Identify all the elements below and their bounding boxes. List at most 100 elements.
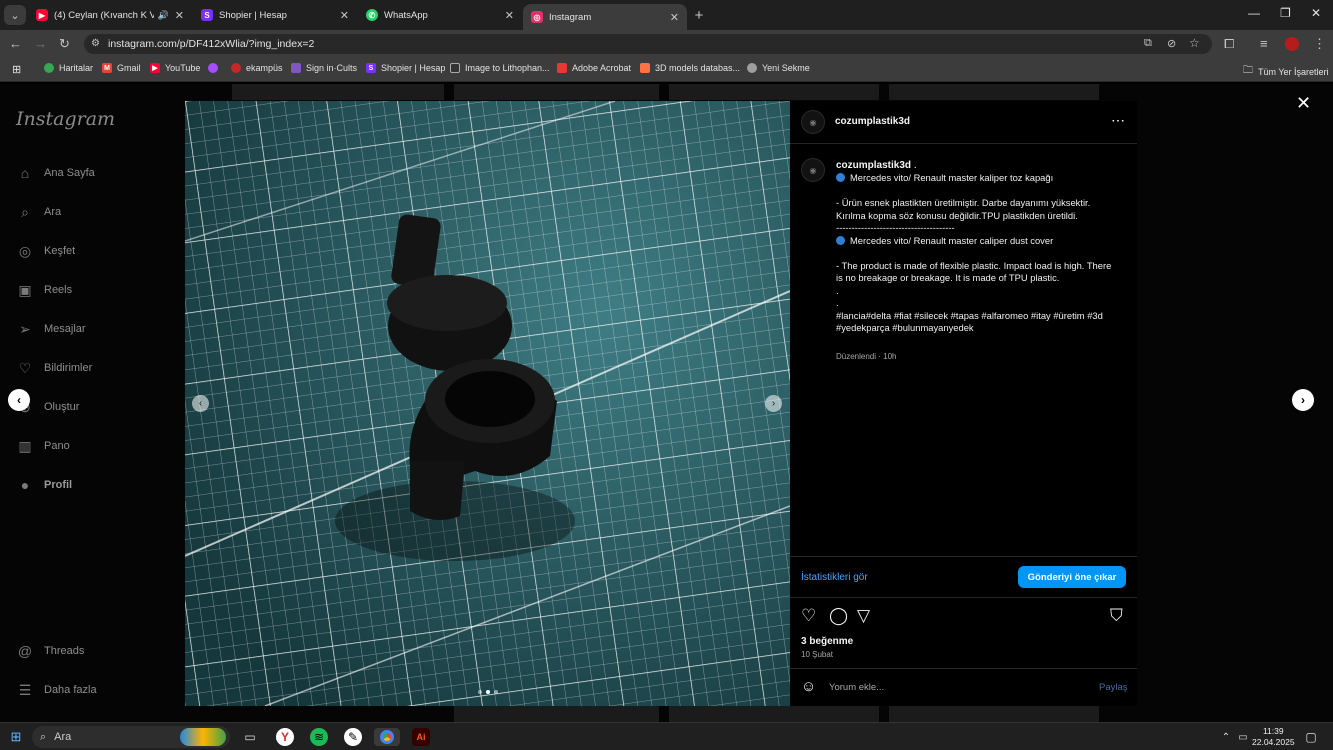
divider (790, 556, 1137, 557)
share-send-icon[interactable]: ▽ (857, 606, 870, 626)
bookmark-item[interactable]: ▶ YouTube (150, 63, 200, 73)
caption-line: is no breakage or breakage. It is made o… (836, 272, 1126, 285)
nav-more[interactable]: ☰ Daha fazla (16, 681, 97, 699)
bookmark-item[interactable]: Yeni Sekme (747, 63, 810, 73)
close-tab-icon[interactable]: ✕ (670, 11, 679, 24)
restore-icon[interactable]: ❐ (1280, 6, 1291, 20)
notifications-icon[interactable]: ▢ (1302, 728, 1320, 746)
browser-tab-shopier[interactable]: S Shopier | Hesap ✕ (193, 4, 357, 26)
caption-username: cozumplastik3d (836, 160, 912, 171)
extensions-icon[interactable]: ⧠ (1224, 36, 1234, 52)
cast-icon[interactable]: ⧉ (1144, 37, 1152, 50)
bookmark-item[interactable]: M Gmail (102, 63, 141, 73)
caption-text: - The product is made of flexible plasti… (836, 259, 1112, 271)
comment-icon[interactable]: ◯ (829, 606, 848, 626)
more-options-icon[interactable]: ⋯ (1111, 112, 1125, 129)
browser-tab-youtube[interactable]: ▶ (4) Ceylan (Kıvanch K Versiy 🔊 ✕ (28, 4, 192, 26)
bookmark-item[interactable]: Sign in·Cults (291, 63, 357, 73)
boost-post-button[interactable]: Gönderiyi öne çıkar (1018, 566, 1126, 588)
nav-explore[interactable]: ◎ Keşfet (16, 242, 75, 260)
close-tab-icon[interactable]: ✕ (340, 9, 349, 22)
view-insights-link[interactable]: İstatistikleri gör (801, 572, 868, 583)
browser-tab-instagram[interactable]: ◎ Instagram ✕ (523, 4, 687, 30)
comment-input[interactable]: Yorum ekle... (829, 682, 884, 693)
back-icon[interactable]: ← (9, 36, 22, 51)
windows-start-icon[interactable]: ⊞ (7, 728, 25, 746)
site-info-icon[interactable]: ⚙ (91, 38, 100, 49)
close-tab-icon[interactable]: ✕ (175, 9, 184, 22)
emoji-icon[interactable]: ☺ (801, 678, 816, 695)
caption-text: . (836, 284, 839, 296)
forward-icon[interactable]: → (34, 36, 47, 51)
close-window-icon[interactable]: ✕ (1311, 6, 1321, 20)
speaker-icon[interactable]: 🔊 (158, 10, 169, 21)
all-bookmarks-folder[interactable]: 🗀 Tüm Yer İşaretleri (1243, 63, 1329, 80)
next-post-button[interactable]: › (1292, 389, 1314, 411)
bookmark-item[interactable]: 3D models databas... (640, 63, 740, 73)
like-heart-icon[interactable]: ♡ (801, 606, 816, 626)
carousel-next-button[interactable]: › (765, 395, 782, 412)
instagram-logo[interactable]: Instagram (16, 108, 115, 130)
nav-label: Pano (44, 440, 70, 452)
task-view-icon[interactable]: ▭ (241, 728, 259, 746)
new-tab-favicon-icon (747, 63, 757, 73)
eye-off-icon[interactable]: ⊘ (1167, 37, 1176, 50)
url-bar[interactable]: ⚙ instagram.com/p/DF412xWlia/?img_index=… (84, 34, 1212, 54)
like-count[interactable]: 3 beğenme (801, 636, 853, 647)
author-username[interactable]: cozumplastik3d (835, 116, 910, 127)
browser-tab-whatsapp[interactable]: ✆ WhatsApp ✕ (358, 4, 522, 26)
profile-avatar[interactable] (1285, 37, 1299, 51)
bookmark-item[interactable]: Adobe Acrobat (557, 63, 631, 73)
nav-notifications[interactable]: ♡ Bildirimler (16, 359, 93, 377)
close-modal-icon[interactable]: ✕ (1296, 93, 1311, 114)
bookmark-item[interactable]: Haritalar (44, 63, 93, 73)
nav-reels[interactable]: ▣ Reels (16, 281, 72, 299)
chart-icon: ▥ (18, 437, 32, 454)
tab-search-button[interactable]: ⌄ (4, 5, 26, 25)
save-bookmark-icon[interactable]: ⛉ (1110, 606, 1123, 626)
previous-post-button[interactable]: ‹ (8, 389, 30, 411)
spotify-icon[interactable]: ≋ (310, 728, 328, 746)
illustrator-icon[interactable]: Ai (412, 728, 430, 746)
nav-dashboard[interactable]: ▥ Pano (16, 437, 70, 455)
acrobat-icon (557, 63, 567, 73)
chrome-icon[interactable] (374, 728, 400, 746)
author-avatar[interactable]: ◉ (801, 110, 825, 134)
caption-author[interactable]: cozumplastik3d . (836, 160, 917, 171)
blue-circle-icon (836, 235, 845, 245)
minimize-icon[interactable]: — (1248, 6, 1260, 20)
bookmark-star-icon[interactable]: ☆ (1189, 36, 1200, 50)
3d-models-icon (640, 63, 650, 73)
tray-chevron-icon[interactable]: ⌃ (1217, 728, 1235, 746)
nav-home[interactable]: ⌂ Ana Sayfa (16, 164, 95, 182)
app-icon[interactable]: ✎ (344, 728, 362, 746)
bookmark-item[interactable]: S Shopier | Hesap (366, 63, 445, 73)
system-clock[interactable]: 11:39 22.04.2025 (1252, 726, 1295, 748)
network-icon[interactable]: ▭ (1234, 728, 1252, 746)
new-tab-icon[interactable]: + (688, 5, 710, 25)
bookmark-item[interactable]: Image to Lithophan... (450, 63, 550, 73)
bookmark-item[interactable]: ekampüs (231, 63, 283, 73)
post-caption: Mercedes vito/ Renault master kaliper to… (836, 172, 1126, 335)
close-tab-icon[interactable]: ✕ (505, 9, 514, 22)
nav-search[interactable]: ⌕ Ara (16, 203, 61, 221)
edited-timestamp: Düzenlendi · 10h (836, 352, 897, 361)
nav-threads[interactable]: @ Threads (16, 642, 84, 660)
caption-avatar[interactable]: ◉ (801, 158, 825, 182)
post-image: ‹ › (185, 101, 790, 706)
nav-messages[interactable]: ➢ Mesajlar (16, 320, 85, 338)
bookmark-item[interactable] (208, 63, 223, 73)
reload-icon[interactable]: ↻ (59, 36, 70, 52)
address-toolbar: ← → ↻ ⚙ instagram.com/p/DF412xWlia/?img_… (0, 30, 1333, 58)
bookmark-label: YouTube (165, 63, 201, 73)
menu-kebab-icon[interactable]: ⋮ (1313, 36, 1326, 52)
caption-text: . (836, 297, 839, 308)
carousel-prev-button[interactable]: ‹ (192, 395, 209, 412)
yandex-icon[interactable]: Y (276, 728, 294, 746)
divider (790, 143, 1137, 144)
apps-grid-icon[interactable]: ⊞ (12, 63, 21, 76)
post-comment-button[interactable]: Paylaş (1099, 682, 1128, 693)
media-icon[interactable]: ≡ (1260, 36, 1268, 51)
nav-profile[interactable]: ● Profil (16, 476, 72, 494)
taskbar-search[interactable]: ⌕ Ara (32, 726, 230, 748)
